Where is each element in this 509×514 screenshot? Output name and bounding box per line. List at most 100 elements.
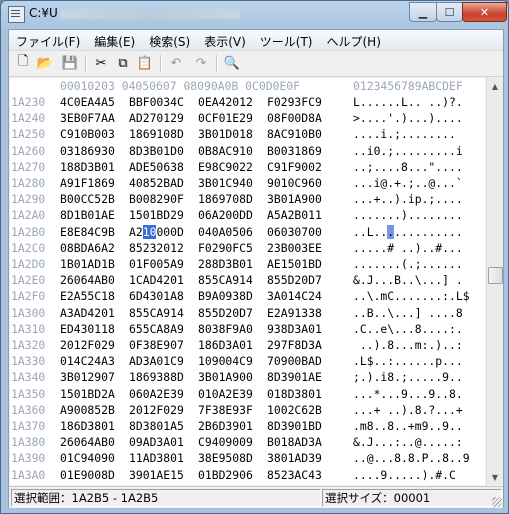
menu-item[interactable]: 表示(V): [197, 30, 253, 50]
hex-group[interactable]: 40852BAD: [129, 175, 184, 191]
hex-group[interactable]: 3A014C24: [267, 288, 322, 304]
ascii-column[interactable]: &.J...B..\...] .: [353, 272, 463, 288]
hex-group[interactable]: 09AD3A01: [129, 434, 184, 450]
hex-group[interactable]: 7F38E93F: [198, 402, 253, 418]
hex-group[interactable]: 8523AC43: [267, 467, 322, 483]
ascii-column[interactable]: &.J...:..@.....:: [353, 434, 463, 450]
hex-group[interactable]: E8E84C9B: [60, 224, 115, 240]
ascii-column[interactable]: ..i0.;.........i: [353, 143, 463, 159]
hex-group[interactable]: A91F1869: [60, 175, 115, 191]
hex-row[interactable]: 1A300 A3AD4201 855CA914 855D20D7 E2A91338 ..B…: [10, 305, 485, 321]
hex-group[interactable]: 0F38E907: [129, 337, 184, 353]
hex-row[interactable]: 1A290 B00CC52B B008290F 1869708D 3B01A900...…: [10, 191, 485, 207]
hex-group[interactable]: 1B01AD1B: [60, 256, 115, 272]
hex-group[interactable]: 2B6D3901: [198, 418, 253, 434]
hex-group[interactable]: A3AD4201: [60, 305, 115, 321]
hex-row[interactable]: 1A370 186D3801 8D3801A5 2B6D3901 8D3901BD .m8…: [10, 418, 485, 434]
ascii-column[interactable]: .......)........: [353, 207, 463, 223]
ascii-column[interactable]: L......L.. ..)?.: [353, 94, 463, 110]
menu-item[interactable]: 検索(S): [142, 30, 197, 50]
hex-group[interactable]: 109004C9: [198, 353, 253, 369]
hex-group[interactable]: 855CA914: [198, 272, 253, 288]
hex-group[interactable]: 6D4301A8: [129, 288, 184, 304]
hex-row[interactable]: 1A340 3B012907 1869388D 3B01A900 8D3901AE;.)…: [10, 369, 485, 385]
ascii-column[interactable]: ..B..\...] ....8: [353, 305, 463, 321]
hex-group[interactable]: 8D3B01D0: [129, 143, 184, 159]
vertical-scrollbar[interactable]: ▲ ▼: [486, 78, 503, 485]
ascii-column[interactable]: ..@...8.8.P..8..9: [353, 450, 470, 466]
ascii-column[interactable]: .C..e\...8....:.: [353, 321, 463, 337]
hex-row[interactable]: 1A360 A900852B 2012F029 7F38E93F 1002C62B...…: [10, 402, 485, 418]
hex-group[interactable]: 06030700: [267, 224, 322, 240]
hex-group[interactable]: 2012F029: [129, 402, 184, 418]
hex-row[interactable]: 1A330 014C24A3 AD3A01C9 109004C9 70900BAD .L$…: [10, 353, 485, 369]
hex-row[interactable]: 1A240 3EB0F7AA AD270129 0CF01E29 08F00D8A >..…: [10, 110, 485, 126]
hex-group[interactable]: 3B01D018: [198, 126, 253, 142]
hex-group[interactable]: 8D3901BD: [267, 418, 322, 434]
ascii-column[interactable]: ..;....8..."....: [353, 159, 463, 175]
hex-group[interactable]: 2012F029: [60, 337, 115, 353]
hex-group[interactable]: AE1501BD: [267, 256, 322, 272]
hex-group[interactable]: B0031869: [267, 143, 322, 159]
hex-row[interactable]: 1A2C0 08BDA6A2 85232012 F0290FC5 23B003EE...…: [10, 240, 485, 256]
hex-group[interactable]: 23B003EE: [267, 240, 322, 256]
hex-row[interactable]: 1A230 4C0EA4A5 BBF0034C 0EA42012 F0293FC9 L..…: [10, 94, 485, 110]
hex-group[interactable]: 1501BD2A: [60, 386, 115, 402]
hex-group[interactable]: 3B01C940: [198, 175, 253, 191]
hex-group[interactable]: 186D3A01: [198, 337, 253, 353]
maximize-button[interactable]: ☐: [436, 2, 463, 22]
hex-group[interactable]: 1869108D: [129, 126, 184, 142]
hex-group[interactable]: 8AC910B0: [267, 126, 322, 142]
hex-group[interactable]: 1869708D: [198, 191, 253, 207]
ascii-column[interactable]: .....# ..)..#...: [353, 240, 463, 256]
hex-row[interactable]: 1A270 188D3B01 ADE50638 E98C9022 C91F9002..;…: [10, 159, 485, 175]
hex-group[interactable]: 26064AB0: [60, 434, 115, 450]
hex-group[interactable]: 3801AD39: [267, 450, 322, 466]
hex-group[interactable]: 06A200DD: [198, 207, 253, 223]
ascii-column[interactable]: ....i.;........: [353, 126, 456, 142]
hex-row[interactable]: 1A350 1501BD2A 060A2E39 010A2E39 018D3801...…: [10, 386, 485, 402]
hex-group[interactable]: 0EA42012: [198, 94, 253, 110]
menu-item[interactable]: ファイル(F): [9, 30, 87, 50]
hex-group[interactable]: 186D3801: [60, 418, 115, 434]
hex-group[interactable]: E2A91338: [267, 305, 322, 321]
hex-row[interactable]: 1A2A0 8D1B01AE 1501BD29 06A200DD A5A2B011...…: [10, 207, 485, 223]
hex-group[interactable]: AD270129: [129, 110, 184, 126]
ascii-column[interactable]: .m8..8..+m9..9..: [353, 418, 463, 434]
hex-row[interactable]: 1A2D0 1B01AD1B 01F005A9 288D3B01 AE1501BD...…: [10, 256, 485, 272]
hex-group[interactable]: 018D3801: [267, 386, 322, 402]
paste-button[interactable]: 📋: [136, 54, 154, 72]
ascii-column[interactable]: .......(.;......: [353, 256, 463, 272]
ascii-column[interactable]: ...*...9...9..8.: [353, 386, 463, 402]
cut-button[interactable]: ✂: [92, 54, 110, 72]
ascii-column[interactable]: ...i@.+.;..@...`: [353, 175, 463, 191]
scroll-up-button[interactable]: ▲: [487, 78, 503, 94]
minimize-button[interactable]: ▁: [409, 2, 437, 22]
hex-group[interactable]: ED430118: [60, 321, 115, 337]
hex-group[interactable]: 3EB0F7AA: [60, 110, 115, 126]
hex-group[interactable]: 8D1B01AE: [60, 207, 115, 223]
hex-group[interactable]: 26064AB0: [60, 272, 115, 288]
hex-group[interactable]: A5A2B011: [267, 207, 322, 223]
hex-group[interactable]: E98C9022: [198, 159, 253, 175]
hex-group[interactable]: B9A0938D: [198, 288, 253, 304]
hex-group[interactable]: F0290FC5: [198, 240, 253, 256]
hex-group[interactable]: 1CAD4201: [129, 272, 184, 288]
hex-group[interactable]: A900852B: [60, 402, 115, 418]
hex-row[interactable]: 1A390 01C94090 11AD3801 38E9508D 3801AD39 ..@…: [10, 450, 485, 466]
hex-group[interactable]: 188D3B01: [60, 159, 115, 175]
hex-group[interactable]: BBF0034C: [129, 94, 184, 110]
hex-group[interactable]: 38E9508D: [198, 450, 253, 466]
hex-group[interactable]: 3901AE15: [129, 467, 184, 483]
hex-row[interactable]: 1A260 03186930 8D3B01D0 0B8AC910 B0031869 ..i…: [10, 143, 485, 159]
hex-group[interactable]: B008290F: [129, 191, 184, 207]
hex-group[interactable]: C910B003: [60, 126, 115, 142]
copy-button[interactable]: ⧉: [114, 54, 132, 72]
hex-group[interactable]: 8D3801A5: [129, 418, 184, 434]
hex-group[interactable]: 85232012: [129, 240, 184, 256]
scroll-thumb[interactable]: [488, 267, 503, 284]
hex-group[interactable]: 3B01A900: [198, 369, 253, 385]
hex-group[interactable]: C91F9002: [267, 159, 322, 175]
hex-row[interactable]: 1A320 2012F029 0F38E907 186D3A01 297F8D3A ..…: [10, 337, 485, 353]
hex-row[interactable]: 1A2B0 E8E84C9B A210000D 040A0506 06030700 ..L…: [10, 224, 485, 240]
